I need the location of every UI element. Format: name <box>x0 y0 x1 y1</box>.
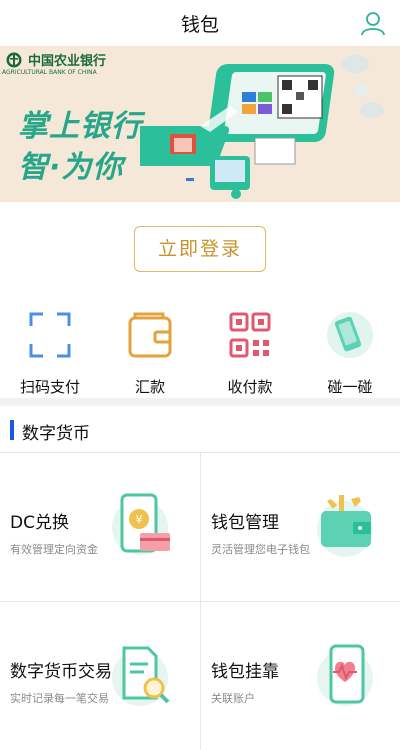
digital-currency-section: 数字货币 DC兑换 有效管理定向资金 ¥ 钱包管理 灵活管理您电子钱包 数字货币… <box>0 406 400 750</box>
service-label: 扫码支付 <box>19 378 80 396</box>
phone-tap-icon <box>327 312 373 358</box>
section-header: 数字货币 <box>0 406 400 452</box>
card-title: 钱包挂靠 <box>211 662 279 682</box>
scan-icon <box>29 312 71 358</box>
service-tap[interactable]: 碰一碰 <box>300 304 400 396</box>
login-button[interactable]: 立即登录 <box>134 226 266 272</box>
quick-services: 扫码支付 汇款 收付款 碰一碰 <box>0 294 400 398</box>
top-bar: 钱包 <box>0 0 400 46</box>
banner-slogan-line1: 掌上银行 <box>18 109 142 144</box>
bank-name-en: AGRICULTURAL BANK OF CHINA <box>2 69 97 76</box>
section-accent-bar <box>10 420 14 440</box>
service-label: 收付款 <box>227 378 273 396</box>
card-title: 数字货币交易 <box>10 662 112 682</box>
service-remit[interactable]: 汇款 <box>100 304 200 396</box>
qrcode-icon <box>229 312 271 358</box>
card-subtitle: 灵活管理您电子钱包 <box>211 543 310 556</box>
user-icon[interactable] <box>360 10 386 36</box>
service-label: 碰一碰 <box>327 378 373 396</box>
wallet-tools-icon <box>317 495 373 557</box>
service-collect-pay[interactable]: 收付款 <box>200 304 300 396</box>
banner-illustration <box>140 55 384 199</box>
bank-logo-icon <box>6 52 22 68</box>
section-title: 数字货币 <box>22 424 90 444</box>
document-search-icon <box>112 646 170 706</box>
login-section: 立即登录 <box>0 202 400 294</box>
card-dc-exchange[interactable]: DC兑换 有效管理定向资金 ¥ <box>0 453 200 601</box>
card-wallet-manage[interactable]: 钱包管理 灵活管理您电子钱包 <box>201 453 400 601</box>
exchange-phone-icon: ¥ <box>112 493 170 555</box>
card-title: DC兑换 <box>10 513 69 533</box>
bank-name: 中国农业银行 <box>28 54 107 69</box>
page-title: 钱包 <box>180 14 219 36</box>
svg-text:¥: ¥ <box>136 513 143 526</box>
banner-slogan-line2: 智·为你 <box>18 150 124 185</box>
card-subtitle: 关联账户 <box>211 692 255 705</box>
heart-phone-icon <box>317 644 373 706</box>
card-dc-transactions[interactable]: 数字货币交易 实时记录每一笔交易 <box>0 602 200 750</box>
card-subtitle: 有效管理定向资金 <box>10 543 98 556</box>
card-subtitle: 实时记录每一笔交易 <box>10 692 109 705</box>
card-wallet-link[interactable]: 钱包挂靠 关联账户 <box>201 602 400 750</box>
card-title: 钱包管理 <box>211 513 279 533</box>
wallet-icon <box>128 312 172 358</box>
service-label: 汇款 <box>134 378 165 396</box>
promo-banner[interactable]: 中国农业银行 AGRICULTURAL BANK OF CHINA 掌上银行 智… <box>0 46 400 202</box>
service-scan-pay[interactable]: 扫码支付 <box>0 304 100 396</box>
